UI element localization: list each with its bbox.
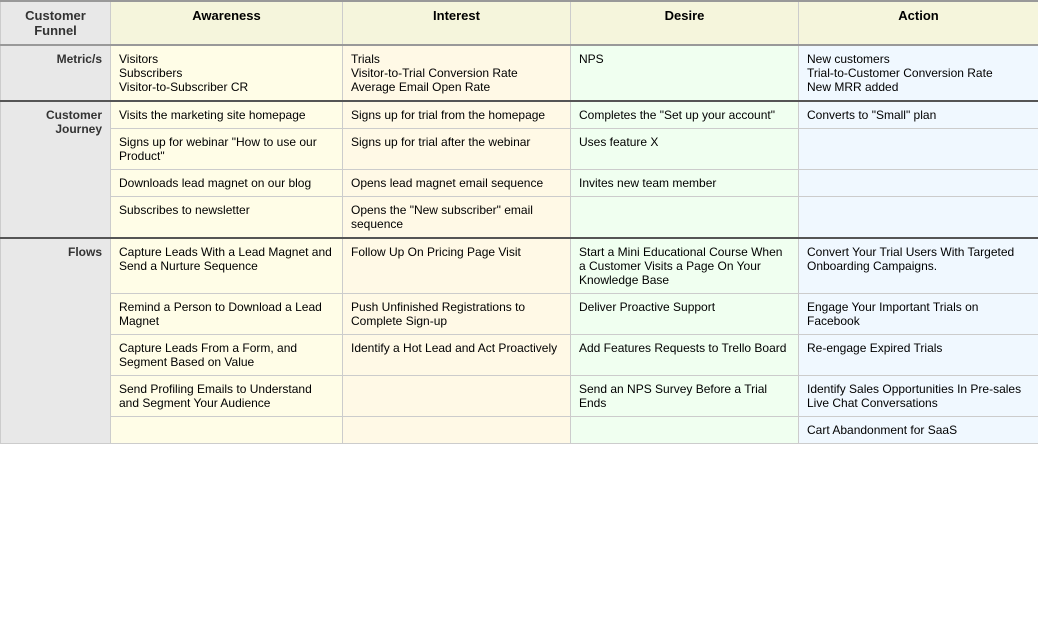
flows-row4-desire [571,417,799,444]
journey-row2-desire: Invites new team member [571,170,799,197]
metrics-label: Metric/s [1,45,111,101]
journey-row3-desire [571,197,799,239]
journey-row-3: Subscribes to newsletter Opens the "New … [1,197,1038,239]
metrics-interest-item1: Trials [351,52,562,66]
flows-row-0: Flows Capture Leads With a Lead Magnet a… [1,238,1038,294]
metrics-action-item2: Trial-to-Customer Conversion Rate [807,66,1030,80]
journey-row-1: Signs up for webinar "How to use our Pro… [1,129,1038,170]
flows-row3-awareness: Send Profiling Emails to Understand and … [111,376,343,417]
flows-row0-action: Convert Your Trial Users With Targeted O… [799,238,1038,294]
journey-row3-action [799,197,1038,239]
flows-row-1: Remind a Person to Download a Lead Magne… [1,294,1038,335]
flows-row4-awareness [111,417,343,444]
metrics-desire-item1: NPS [579,52,790,66]
flows-row-4: Cart Abandonment for SaaS [1,417,1038,444]
flows-row1-action: Engage Your Important Trials on Facebook [799,294,1038,335]
journey-row1-desire: Uses feature X [571,129,799,170]
header-action: Action [799,1,1038,45]
journey-row1-interest: Signs up for trial after the webinar [343,129,571,170]
flows-row2-desire: Add Features Requests to Trello Board [571,335,799,376]
journey-row-0: Customer Journey Visits the marketing si… [1,101,1038,129]
journey-row0-awareness: Visits the marketing site homepage [111,101,343,129]
flows-row4-interest [343,417,571,444]
metrics-interest-cell: Trials Visitor-to-Trial Conversion Rate … [343,45,571,101]
flows-row2-action: Re-engage Expired Trials [799,335,1038,376]
flows-row2-interest: Identify a Hot Lead and Act Proactively [343,335,571,376]
journey-row1-action [799,129,1038,170]
journey-row0-desire: Completes the "Set up your account" [571,101,799,129]
flows-row0-desire: Start a Mini Educational Course When a C… [571,238,799,294]
flows-row3-interest [343,376,571,417]
journey-label: Customer Journey [1,101,111,238]
metrics-desire-cell: NPS [571,45,799,101]
journey-row2-awareness: Downloads lead magnet on our blog [111,170,343,197]
header-row: Customer Funnel Awareness Interest Desir… [1,1,1038,45]
flows-row1-interest: Push Unfinished Registrations to Complet… [343,294,571,335]
flows-row3-action: Identify Sales Opportunities In Pre-sale… [799,376,1038,417]
metrics-action-item1: New customers [807,52,1030,66]
metrics-awareness-item2: Subscribers [119,66,334,80]
journey-row3-awareness: Subscribes to newsletter [111,197,343,239]
metrics-awareness-cell: Visitors Subscribers Visitor-to-Subscrib… [111,45,343,101]
header-desire: Desire [571,1,799,45]
metrics-awareness-item1: Visitors [119,52,334,66]
header-customer-funnel: Customer Funnel [1,1,111,45]
metrics-action-item3: New MRR added [807,80,1030,94]
flows-row4-action: Cart Abandonment for SaaS [799,417,1038,444]
flows-row0-awareness: Capture Leads With a Lead Magnet and Sen… [111,238,343,294]
metrics-interest-item3: Average Email Open Rate [351,80,562,94]
flows-row1-desire: Deliver Proactive Support [571,294,799,335]
header-awareness: Awareness [111,1,343,45]
header-interest: Interest [343,1,571,45]
flows-row2-awareness: Capture Leads From a Form, and Segment B… [111,335,343,376]
flows-label: Flows [1,238,111,444]
metrics-interest-item2: Visitor-to-Trial Conversion Rate [351,66,562,80]
journey-row-2: Downloads lead magnet on our blog Opens … [1,170,1038,197]
flows-row0-interest: Follow Up On Pricing Page Visit [343,238,571,294]
journey-row1-awareness: Signs up for webinar "How to use our Pro… [111,129,343,170]
journey-row2-interest: Opens lead magnet email sequence [343,170,571,197]
journey-row0-interest: Signs up for trial from the homepage [343,101,571,129]
flows-row-2: Capture Leads From a Form, and Segment B… [1,335,1038,376]
metrics-action-cell: New customers Trial-to-Customer Conversi… [799,45,1038,101]
metrics-row: Metric/s Visitors Subscribers Visitor-to… [1,45,1038,101]
flows-row3-desire: Send an NPS Survey Before a Trial Ends [571,376,799,417]
journey-row3-interest: Opens the "New subscriber" email sequenc… [343,197,571,239]
journey-row2-action [799,170,1038,197]
journey-row0-action: Converts to "Small" plan [799,101,1038,129]
metrics-awareness-item3: Visitor-to-Subscriber CR [119,80,334,94]
flows-row-3: Send Profiling Emails to Understand and … [1,376,1038,417]
flows-row1-awareness: Remind a Person to Download a Lead Magne… [111,294,343,335]
